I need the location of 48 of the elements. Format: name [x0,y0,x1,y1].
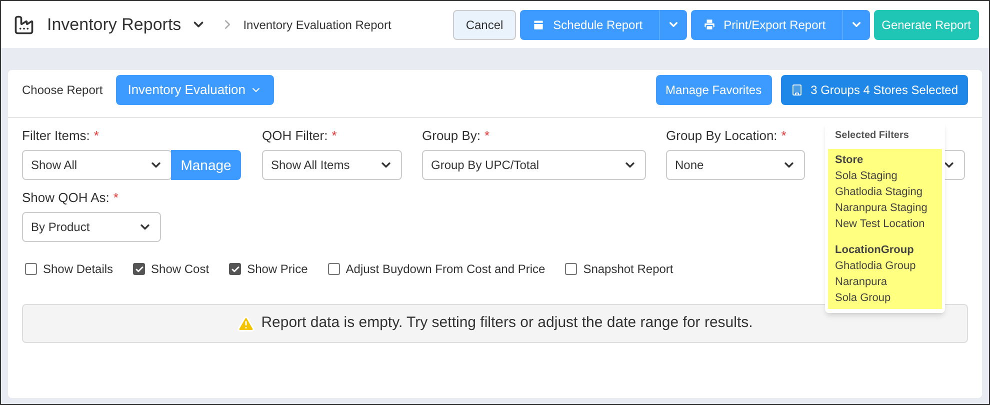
dropdown-select[interactable]: By Product [22,212,161,242]
option-checkbox[interactable]: Adjust Buydown From Cost and Price [328,260,546,278]
filter-item: Sola Group [835,291,892,306]
filter-item: New Test Location [835,217,926,232]
filter-item: Sola Staging [835,169,898,184]
calendar-icon [532,18,546,31]
field-label: Group By Location: [666,127,778,146]
building-icon [790,84,803,96]
dropdown-select[interactable]: Group By UPC/Total [422,150,646,180]
page-title: Inventory Reports [47,14,182,36]
dropdown-select[interactable]: Show All Items [262,150,402,180]
cancel-button[interactable]: Cancel [452,10,516,40]
dropdown-select[interactable]: Show All [22,150,172,180]
field-label: Show QOH As: [22,189,110,208]
field-label: Group By: [422,127,481,146]
factory-icon [13,14,35,36]
option-checkbox[interactable]: Show Details [25,260,114,278]
checkbox[interactable] [565,263,578,275]
required-asterisk: * [113,189,118,208]
checkbox[interactable] [229,263,242,275]
filter-group-heading: LocationGroup [835,243,915,258]
breadcrumb: Inventory Evaluation Report [243,16,392,34]
printer-icon [702,18,716,31]
dropdown-toggle[interactable] [842,10,870,40]
option-checkbox[interactable]: Show Cost [133,260,210,278]
required-asterisk: * [332,127,337,146]
field-label: QOH Filter: [262,127,328,146]
field-label: Filter Items: [22,127,90,146]
checkbox[interactable] [133,263,146,275]
required-asterisk: * [484,127,490,146]
checkbox[interactable] [25,263,37,275]
option-checkbox[interactable]: Show Price [229,260,308,278]
dropdown-select[interactable]: None [666,150,805,180]
warning-icon [237,314,256,332]
required-asterisk: * [781,127,786,146]
filter-group-heading: Store [835,153,864,168]
filter-item: Ghatlodia Group [835,259,917,274]
dropdown-toggle[interactable] [658,10,687,40]
filter-item: Naranpura Staging [835,201,928,216]
filter-item: Ghatlodia Staging [835,185,924,200]
checkbox[interactable] [328,263,340,275]
popover-title: Selected Filters [834,129,910,143]
option-checkbox[interactable]: Snapshot Report [565,260,674,278]
filter-item: Naranpura [835,275,888,290]
empty-report-message: Report data is empty. Try setting filters or adjust the date range for results. [261,313,753,334]
selected-stores-button[interactable]: 3 Groups 4 Stores Selected [780,75,968,105]
required-asterisk: * [94,127,99,146]
choose-report-label: Choose Report [22,82,103,99]
